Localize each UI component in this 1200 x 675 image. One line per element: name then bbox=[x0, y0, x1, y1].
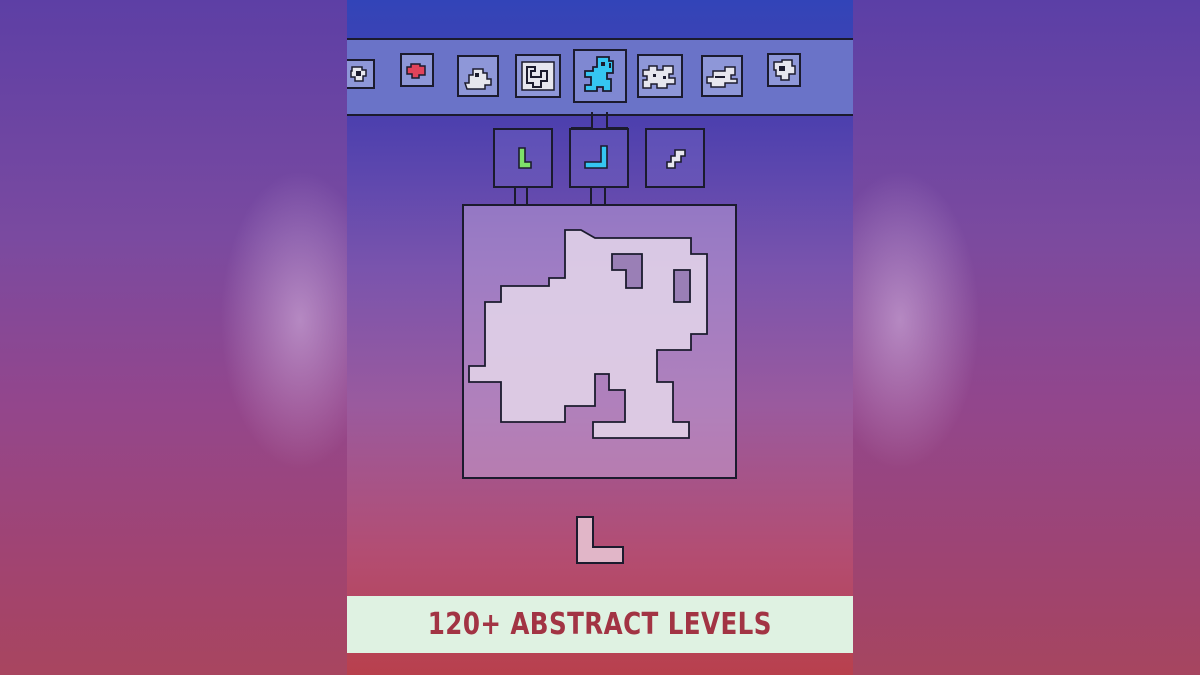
puzzle-board[interactable] bbox=[462, 204, 737, 479]
active-l-piece[interactable] bbox=[575, 515, 627, 567]
target-silhouette bbox=[468, 229, 708, 439]
green-l-piece-icon[interactable] bbox=[495, 130, 551, 186]
app-screen: 120+ ABSTRACT LEVELS bbox=[0, 0, 1200, 675]
piece-slot-1[interactable] bbox=[493, 128, 553, 188]
piece-slot-2[interactable] bbox=[569, 128, 629, 188]
cyan-j-piece-icon[interactable] bbox=[571, 130, 627, 186]
piece-slot-3[interactable] bbox=[645, 128, 705, 188]
game-screen: 120+ ABSTRACT LEVELS bbox=[347, 0, 853, 675]
promo-caption: 120+ ABSTRACT LEVELS bbox=[427, 607, 773, 642]
promo-caption-bar: 120+ ABSTRACT LEVELS bbox=[347, 596, 853, 653]
white-s-piece-icon[interactable] bbox=[647, 130, 703, 186]
